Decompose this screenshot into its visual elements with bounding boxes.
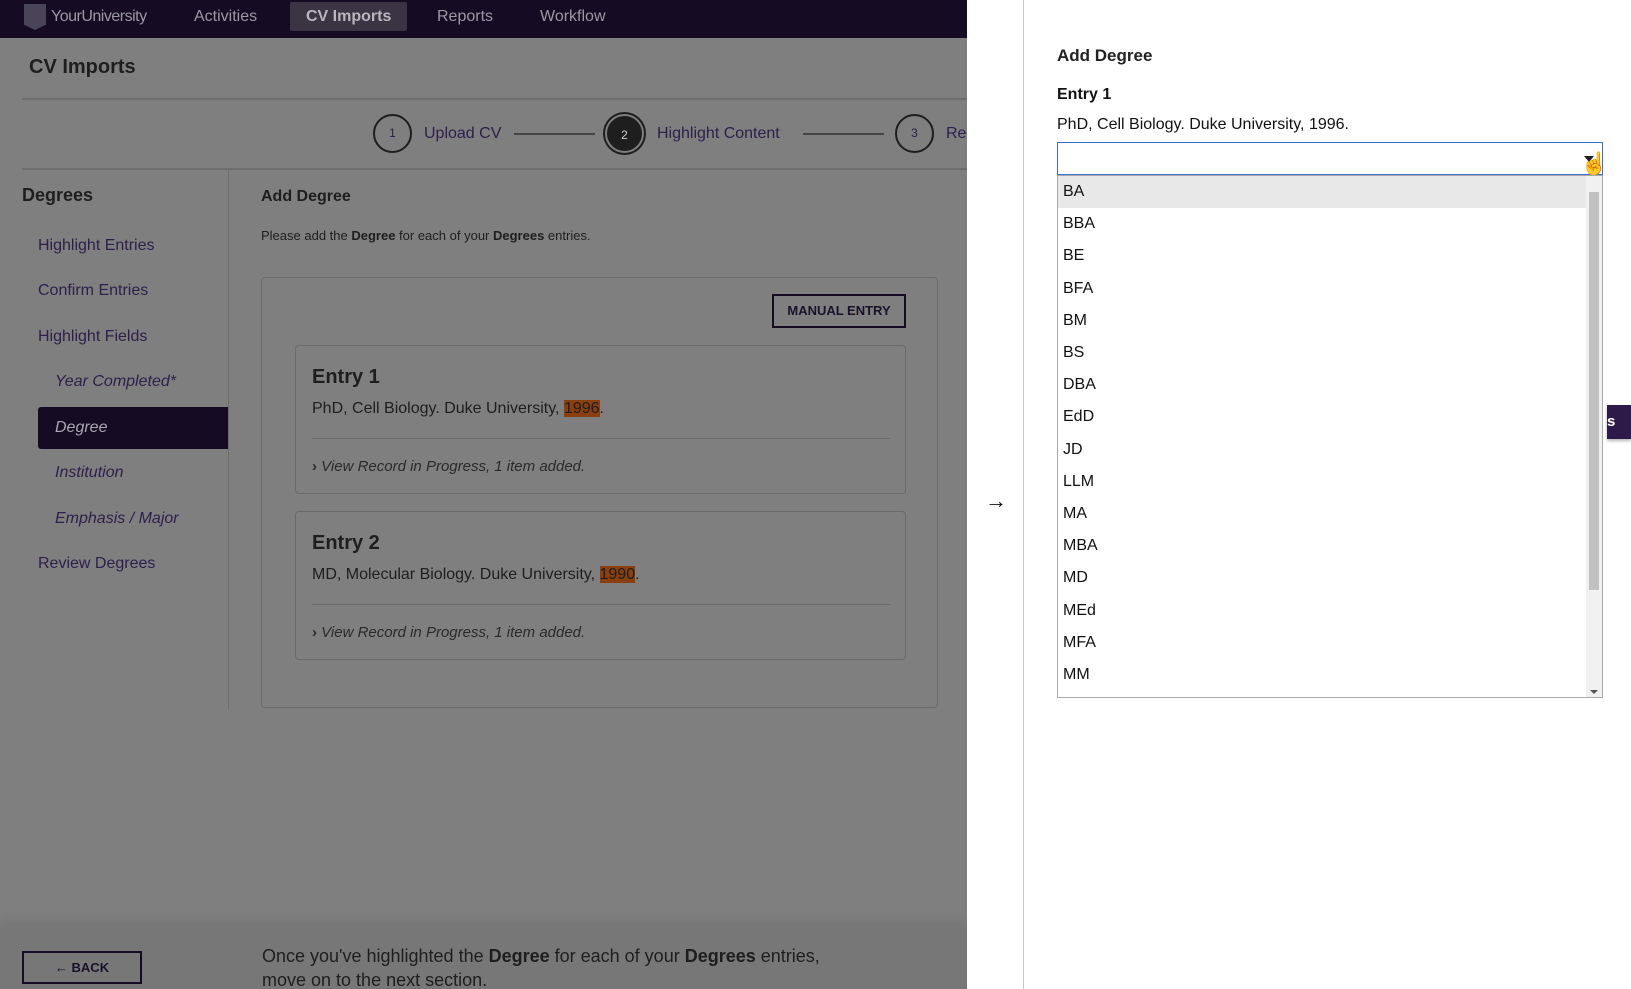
sidebar-item-degree-active[interactable]: Degree: [38, 407, 228, 449]
entries-panel: MANUAL ENTRY Entry 1 PhD, Cell Biology. …: [261, 277, 938, 708]
scroll-down-icon[interactable]: [1590, 690, 1598, 694]
step-3-label[interactable]: Re: [946, 124, 966, 144]
option-bba[interactable]: BBA: [1058, 208, 1587, 240]
step-3-circle: 3: [895, 114, 934, 153]
view-record-toggle[interactable]: › View Record in Progress, 1 item added.: [312, 624, 585, 641]
panel-divider: [1023, 0, 1024, 989]
sidebar-divider: [228, 169, 229, 709]
sidebar-title: Degrees: [22, 185, 94, 205]
step-connector: [803, 133, 884, 135]
option-llm[interactable]: LLM: [1058, 466, 1587, 498]
step-connector: [514, 133, 595, 135]
top-nav: YourUniversity Activities CV Imports Rep…: [0, 0, 967, 38]
chevron-right-icon: ›: [312, 624, 317, 641]
back-button[interactable]: ← BACK: [22, 951, 142, 984]
panel-title: Add Degree: [1057, 46, 1153, 65]
option-bs[interactable]: BS: [1058, 337, 1587, 369]
panel-entry-text: PhD, Cell Biology. Duke University, 1996…: [1057, 116, 1349, 133]
option-ba[interactable]: BA: [1058, 176, 1587, 208]
university-logo-icon: [24, 4, 46, 30]
step-1-circle: 1: [373, 114, 412, 153]
sidebar-item-year-completed[interactable]: Year Completed*: [55, 372, 176, 392]
option-mba[interactable]: MBA: [1058, 530, 1587, 562]
zoom-panel: → Add Degree Entry 1 PhD, Cell Biology. …: [967, 0, 1631, 989]
hand-cursor-icon: ☝: [1580, 151, 1608, 176]
step-2-circle: 2: [607, 116, 642, 151]
option-ma[interactable]: MA: [1058, 498, 1587, 530]
entry-title: Entry 1: [312, 366, 380, 388]
brand-name[interactable]: YourUniversity: [51, 0, 147, 38]
nav-workflow[interactable]: Workflow: [540, 0, 606, 38]
scrollbar[interactable]: [1586, 176, 1602, 697]
divider: [312, 604, 890, 605]
section-title: Add Degree: [261, 188, 351, 205]
option-mfa[interactable]: MFA: [1058, 627, 1587, 659]
section-description: Please add the Degree for each of your D…: [261, 228, 591, 243]
option-bm[interactable]: BM: [1058, 305, 1587, 337]
sidebar-item-highlight-entries[interactable]: Highlight Entries: [38, 236, 155, 256]
option-bfa[interactable]: BFA: [1058, 273, 1587, 305]
sidebar-item-highlight-fields[interactable]: Highlight Fields: [38, 327, 147, 347]
page-title: CV Imports: [29, 56, 136, 78]
option-edd[interactable]: EdD: [1058, 401, 1587, 433]
option-jd[interactable]: JD: [1058, 434, 1587, 466]
manual-entry-button[interactable]: MANUAL ENTRY: [772, 294, 906, 328]
entry-card: Entry 2 MD, Molecular Biology. Duke Univ…: [295, 511, 906, 660]
step-1-label[interactable]: Upload CV: [424, 124, 501, 144]
option-med[interactable]: MEd: [1058, 595, 1587, 627]
footer-message: Once you've highlighted the Degree for e…: [262, 946, 820, 989]
highlighted-year[interactable]: 1996: [563, 400, 600, 417]
footer-bar: ← BACK Once you've highlighted the Degre…: [0, 926, 967, 989]
sidebar-item-confirm-entries[interactable]: Confirm Entries: [38, 281, 148, 301]
sidebar-item-review-degrees[interactable]: Review Degrees: [38, 554, 155, 574]
nav-reports[interactable]: Reports: [437, 0, 493, 38]
sidebar-item-degree-label: Degree: [55, 419, 108, 436]
option-mm[interactable]: MM: [1058, 659, 1587, 691]
chevron-right-icon: ›: [312, 458, 317, 475]
option-md[interactable]: MD: [1058, 562, 1587, 594]
partial-button[interactable]: s: [1607, 405, 1631, 439]
entry-text: PhD, Cell Biology. Duke University, 1996…: [312, 400, 604, 417]
sidebar-item-institution[interactable]: Institution: [55, 463, 123, 483]
scrollbar-thumb[interactable]: [1589, 192, 1599, 590]
panel-entry-title: Entry 1: [1057, 86, 1112, 103]
nav-activities[interactable]: Activities: [194, 0, 257, 38]
degree-select[interactable]: ☝: [1057, 142, 1608, 176]
view-record-toggle[interactable]: › View Record in Progress, 1 item added.: [312, 458, 585, 475]
arrow-right-icon: →: [985, 488, 1007, 513]
highlighted-year[interactable]: 1990: [599, 566, 636, 583]
main-page-dimmed: YourUniversity Activities CV Imports Rep…: [0, 0, 967, 989]
option-be[interactable]: BE: [1058, 240, 1587, 272]
divider: [22, 168, 967, 170]
divider: [22, 98, 967, 100]
arrow-left-icon: ←: [54, 960, 68, 975]
sidebar-item-emphasis-major[interactable]: Emphasis / Major: [55, 509, 179, 529]
entry-text: MD, Molecular Biology. Duke University, …: [312, 566, 640, 583]
degree-options-list[interactable]: BA BBA BE BFA BM BS DBA EdD JD LLM MA MBA MD MEd MFA MM: [1057, 175, 1603, 698]
option-dba[interactable]: DBA: [1058, 369, 1587, 401]
divider: [312, 438, 890, 439]
step-2-label[interactable]: Highlight Content: [657, 124, 780, 144]
entry-title: Entry 2: [312, 532, 380, 554]
entry-card: Entry 1 PhD, Cell Biology. Duke Universi…: [295, 345, 906, 494]
nav-cv-imports[interactable]: CV Imports: [290, 2, 408, 31]
